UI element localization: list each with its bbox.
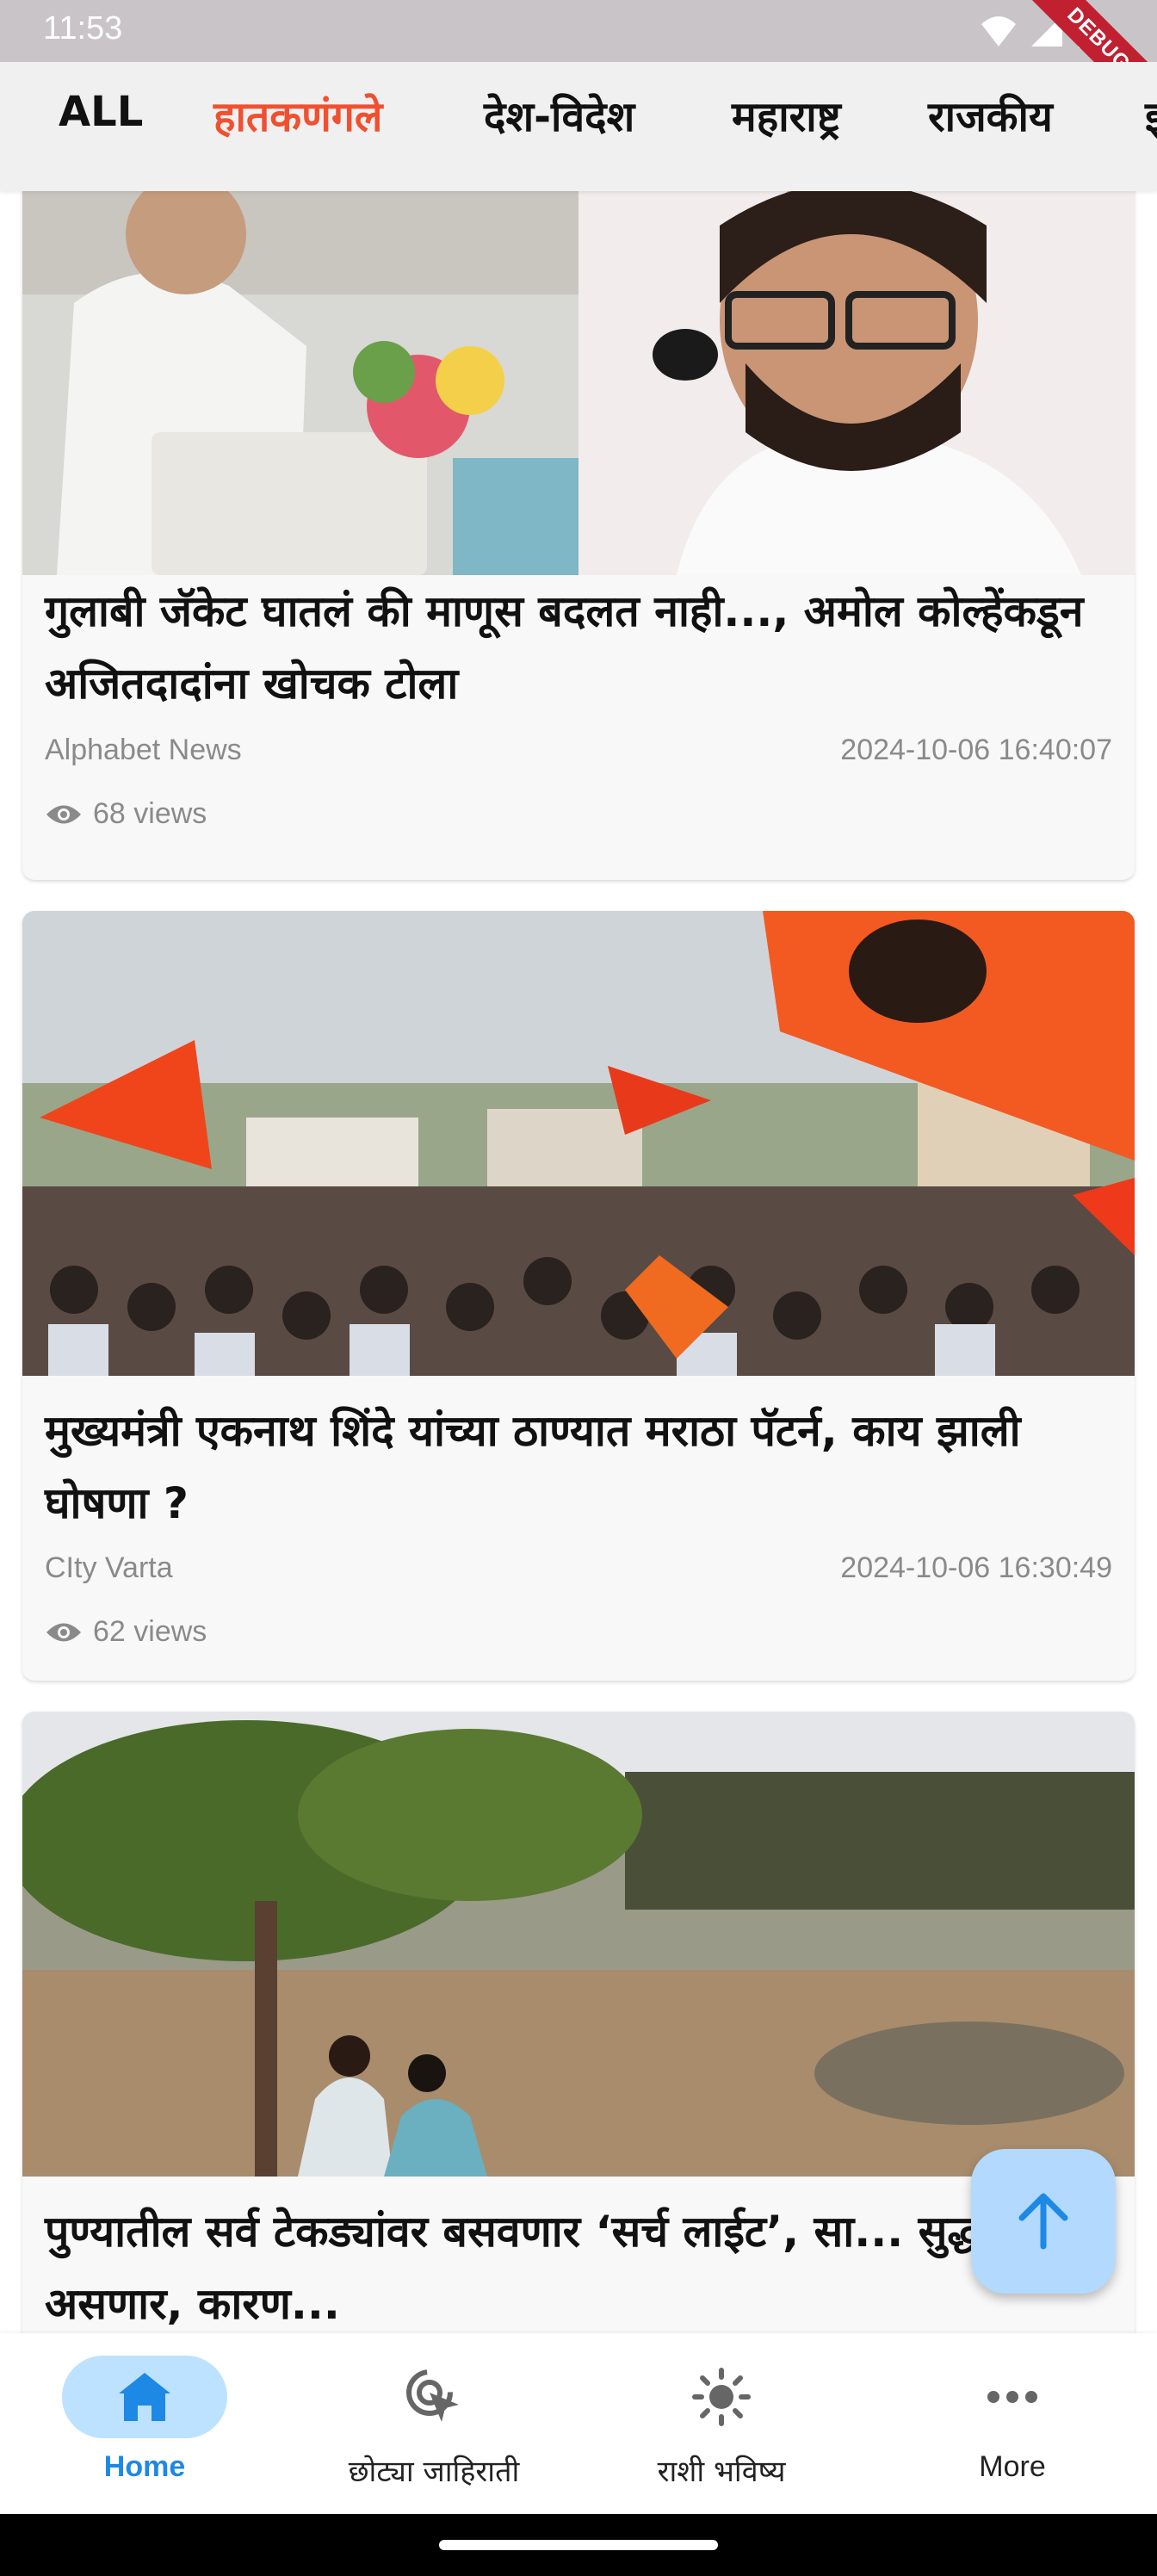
news-card[interactable]: मुख्यमंत्री एकनाथ शिंदे यांच्या ठाण्यात … (22, 911, 1135, 1681)
nav-classifieds-label: छोट्या जाहिराती (348, 2455, 520, 2489)
scroll-top-button[interactable] (971, 2149, 1116, 2294)
wifi-icon (981, 16, 1016, 46)
news-source: CIty Varta (45, 1551, 173, 1584)
views-count: 68 views (93, 797, 207, 830)
news-date: 2024-10-06 16:40:07 (840, 734, 1112, 766)
news-image (22, 191, 1135, 575)
news-title[interactable]: मुख्यमंत्री एकनाथ शिंदे यांच्या ठाण्यात … (45, 1395, 1112, 1539)
home-icon (119, 2373, 170, 2421)
news-card[interactable]: पुण्यातील सर्व टेकड्यांवर बसवणार ‘सर्च ल… (22, 1712, 1135, 2333)
more-icon (987, 2391, 1037, 2403)
news-source: Alphabet News (45, 734, 242, 766)
bottom-navigation: Home छोट्या जाहिराती राशी भविष्य More (0, 2333, 1157, 2514)
news-title[interactable]: गुलाबी जॅकेट घातलं की माणूस बदलत नाही...… (45, 575, 1112, 720)
nav-horoscope-pill (639, 2356, 804, 2438)
tab-hatkanangale[interactable]: हातकणंगले (213, 88, 382, 144)
news-card[interactable]: गुलाबी जॅकेट घातलं की माणूस बदलत नाही...… (22, 191, 1135, 880)
status-time: 11:53 (43, 10, 123, 46)
system-gesture-bar (0, 2514, 1157, 2576)
click-icon (406, 2369, 459, 2422)
tab-next-partial[interactable]: इ (1145, 88, 1157, 144)
tab-maharashtra[interactable]: महाराष्ट्र (732, 88, 841, 144)
nav-horoscope-label: राशी भविष्य (657, 2455, 786, 2489)
eye-icon (46, 805, 81, 823)
nav-classifieds[interactable]: छोट्या जाहिराती (305, 2356, 563, 2490)
eye-icon (46, 1623, 81, 1641)
sun-icon (692, 2368, 751, 2426)
category-tabs: ALL हातकणंगले देश-विदेश महाराष्ट्र राजकी… (0, 62, 1157, 191)
news-title[interactable]: पुण्यातील सर्व टेकड्यांवर बसवणार ‘सर्च ल… (45, 2195, 1112, 2333)
views-count: 62 views (93, 1615, 207, 1648)
nav-more-label: More (979, 2450, 1046, 2483)
news-views: 68 views (45, 797, 207, 831)
tab-rajkiya[interactable]: राजकीय (928, 88, 1053, 144)
news-image (22, 1712, 1135, 2177)
nav-home[interactable]: Home (15, 2356, 274, 2484)
news-image (22, 911, 1135, 1376)
arrow-up-icon (1018, 2193, 1068, 2250)
news-views: 62 views (45, 1615, 207, 1649)
news-feed[interactable]: गुलाबी जॅकेट घातलं की माणूस बदलत नाही...… (0, 191, 1157, 2333)
news-date: 2024-10-06 16:30:49 (840, 1551, 1112, 1584)
nav-classifieds-pill (351, 2356, 517, 2438)
gesture-handle[interactable] (439, 2540, 718, 2550)
nav-more[interactable]: More (883, 2356, 1142, 2484)
nav-more-pill (930, 2356, 1095, 2438)
status-bar: 11:53 DEBUG (0, 0, 1157, 133)
tab-desh-videsh[interactable]: देश-विदेश (484, 88, 634, 144)
nav-home-pill (62, 2356, 227, 2438)
nav-horoscope[interactable]: राशी भविष्य (592, 2356, 851, 2490)
tab-all[interactable]: ALL (59, 88, 143, 136)
nav-home-label: Home (103, 2450, 186, 2483)
